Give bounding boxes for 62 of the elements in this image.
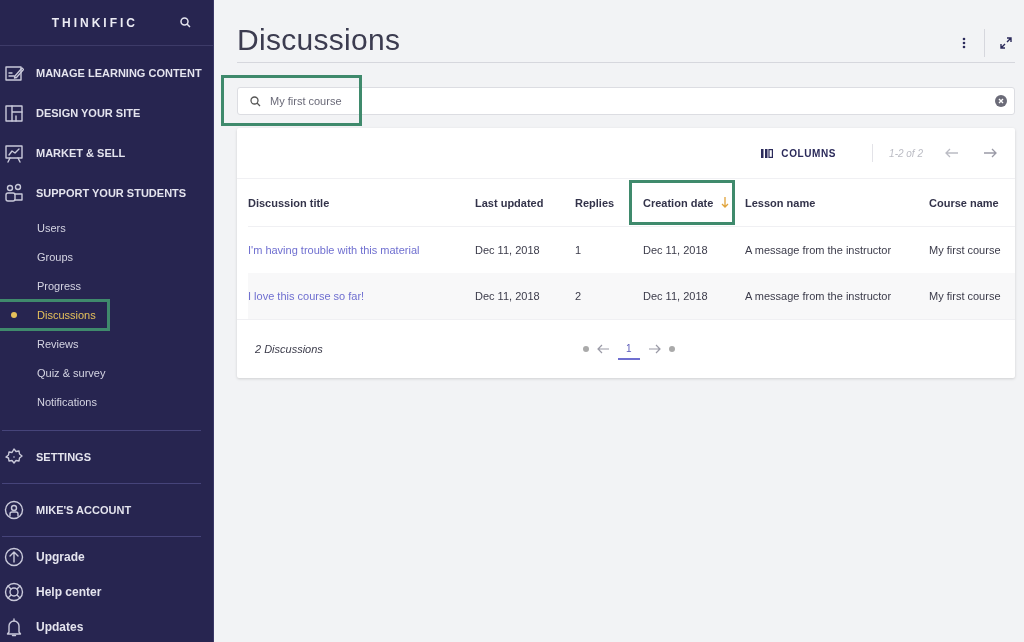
last-page-dot[interactable] xyxy=(668,346,675,352)
account-icon xyxy=(4,500,24,520)
upload-icon xyxy=(4,546,24,567)
result-range: 1-2 of 2 xyxy=(889,147,923,159)
nav-item[interactable]: Reviews xyxy=(0,329,213,358)
edit-icon xyxy=(4,63,24,83)
lifebuoy-icon xyxy=(4,581,24,602)
column-header[interactable]: Discussion title xyxy=(248,196,330,209)
clear-icon[interactable] xyxy=(995,95,1007,107)
nav-link[interactable]: Updates xyxy=(36,619,84,634)
nav-item[interactable]: Users xyxy=(0,213,213,242)
nav-link[interactable]: Help center xyxy=(36,584,102,599)
layout-icon xyxy=(4,103,24,123)
nav-item[interactable]: Groups xyxy=(0,242,213,271)
nav-link[interactable]: Upgrade xyxy=(36,549,85,564)
sort-down-arrow-icon[interactable] xyxy=(721,197,730,208)
active-dot xyxy=(11,312,17,318)
table-cell: My first course xyxy=(929,290,1001,302)
table-cell: A message from the instructor xyxy=(745,244,892,256)
table-cell: 2 xyxy=(575,290,582,302)
nav-item[interactable]: Quiz & survey xyxy=(0,358,213,387)
nav-section[interactable]: MIKE'S ACCOUNT xyxy=(36,504,132,516)
discussion-link[interactable]: I'm having trouble with this material xyxy=(248,244,420,256)
table-cell: Dec 11, 2018 xyxy=(475,244,540,256)
bell-icon xyxy=(4,616,24,637)
expand-icon[interactable] xyxy=(997,34,1015,52)
nav-item[interactable]: Progress xyxy=(0,271,213,300)
previous-arrow-icon[interactable] xyxy=(943,146,961,160)
table-cell: My first course xyxy=(929,244,1001,256)
search-icon xyxy=(250,96,261,107)
nav-section[interactable]: SUPPORT YOUR STUDENTS xyxy=(36,187,187,199)
next-arrow-icon[interactable] xyxy=(647,344,661,354)
table-cell: 1 xyxy=(575,244,582,256)
column-header[interactable]: Creation date xyxy=(643,196,714,209)
table-cell: Dec 11, 2018 xyxy=(475,290,540,302)
column-header[interactable]: Course name xyxy=(929,196,999,209)
column-header[interactable]: Replies xyxy=(575,196,615,209)
nav-section[interactable]: MARKET & SELL xyxy=(36,147,126,159)
search-icon[interactable] xyxy=(180,17,191,28)
nav-section[interactable]: DESIGN YOUR SITE xyxy=(36,107,141,119)
columns-button[interactable]: COLUMNS xyxy=(759,145,839,161)
logo[interactable]: THINKIFIC xyxy=(51,15,138,30)
previous-arrow-icon[interactable] xyxy=(597,344,610,354)
page-title: Discussions xyxy=(237,23,401,57)
people-icon xyxy=(4,183,24,203)
columns-icon xyxy=(761,148,774,158)
discussion-count: 2 Discussions xyxy=(255,343,323,355)
table-cell: Dec 11, 2018 xyxy=(643,290,708,302)
chart-board-icon xyxy=(4,143,24,163)
nav-section[interactable]: SETTINGS xyxy=(36,451,91,463)
nav-item[interactable]: Discussions xyxy=(0,300,213,329)
column-header[interactable]: Last updated xyxy=(475,196,544,209)
search-field[interactable]: My first course xyxy=(237,87,1015,115)
first-page-dot[interactable] xyxy=(583,346,589,352)
discussion-link[interactable]: I love this course so far! xyxy=(248,290,365,302)
table-cell: Dec 11, 2018 xyxy=(643,244,708,256)
next-arrow-icon[interactable] xyxy=(981,146,999,160)
page-number[interactable]: 1 xyxy=(618,338,640,360)
table-cell: A message from the instructor xyxy=(745,290,892,302)
column-header[interactable]: Lesson name xyxy=(745,196,816,209)
nav-section[interactable]: MANAGE LEARNING CONTENT xyxy=(36,67,202,79)
nav-item[interactable]: Notifications xyxy=(0,387,213,416)
